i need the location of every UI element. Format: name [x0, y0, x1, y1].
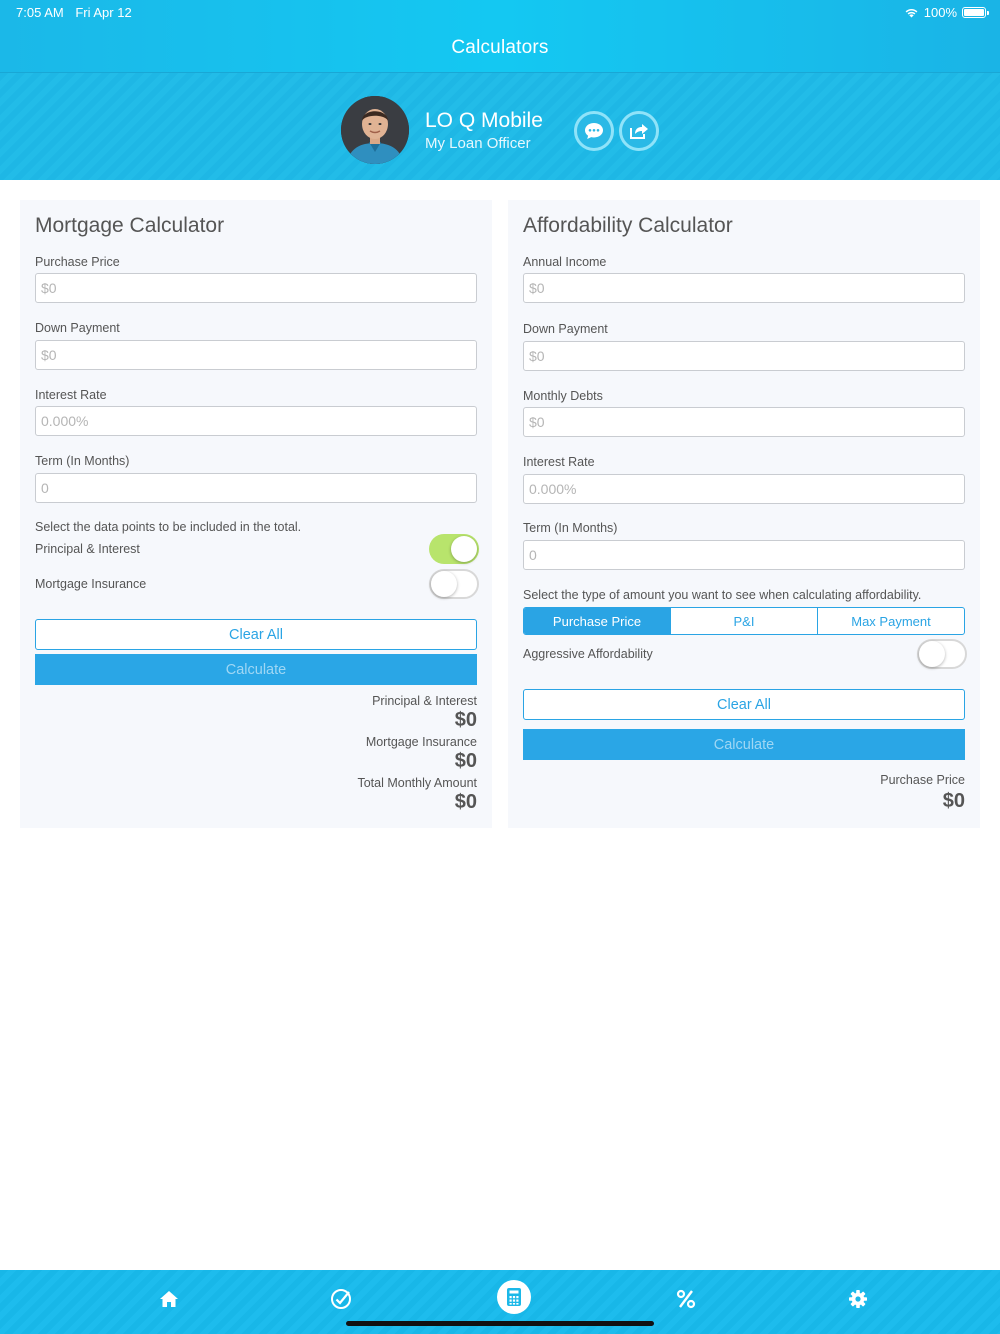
mortgage-insurance-toggle[interactable] [429, 569, 479, 599]
purchase-price-label: Purchase Price [35, 255, 120, 269]
status-bar-left: 7:05 AM Fri Apr 12 [16, 5, 132, 20]
status-time: 7:05 AM [16, 5, 64, 20]
top-bar: 7:05 AM Fri Apr 12 100% Calculators [0, 0, 1000, 72]
status-bar-right: 100% [904, 5, 989, 20]
result-label: Purchase Price [880, 773, 965, 787]
status-date: Fri Apr 12 [75, 5, 132, 20]
tab-calculators[interactable] [497, 1280, 531, 1314]
share-button[interactable] [619, 111, 659, 151]
term-label: Term (In Months) [35, 454, 130, 468]
message-button[interactable] [574, 111, 614, 151]
segment-purchase-price[interactable]: Purchase Price [524, 608, 670, 634]
calculate-button[interactable]: Calculate [35, 654, 477, 685]
term-label: Term (In Months) [523, 521, 618, 535]
mortgage-calculator-title: Mortgage Calculator [35, 214, 225, 237]
result-label: Total Monthly Amount [357, 776, 477, 790]
tab-checklist[interactable] [324, 1282, 358, 1316]
interest-rate-label: Interest Rate [35, 388, 107, 402]
loan-officer-name: LO Q Mobile [425, 109, 543, 132]
result-value: $0 [942, 790, 965, 812]
segment-principal-interest[interactable]: P&I [670, 608, 817, 634]
result-value: $0 [454, 791, 477, 813]
down-payment-input[interactable] [523, 341, 965, 371]
avatar-image [341, 96, 409, 164]
term-input[interactable] [35, 473, 477, 503]
page-title: Calculators [451, 37, 549, 58]
purchase-price-input[interactable] [35, 273, 477, 303]
loan-officer-banner: LO Q Mobile My Loan Officer [0, 72, 1000, 180]
segment-max-payment[interactable]: Max Payment [817, 608, 964, 634]
tab-home[interactable] [152, 1282, 186, 1316]
amount-type-instruction: Select the type of amount you want to se… [523, 588, 922, 602]
interest-rate-label: Interest Rate [523, 455, 595, 469]
result-value: $0 [454, 709, 477, 731]
tab-settings[interactable] [841, 1282, 875, 1316]
aggressive-affordability-toggle[interactable] [917, 639, 967, 669]
mortgage-calculator-card: Mortgage Calculator Purchase Price Down … [20, 200, 492, 828]
mortgage-insurance-toggle-label: Mortgage Insurance [35, 577, 147, 591]
battery-icon [962, 7, 989, 18]
gear-icon [849, 1290, 867, 1308]
home-indicator [346, 1321, 654, 1326]
down-payment-input[interactable] [35, 340, 477, 370]
principal-interest-toggle[interactable] [429, 534, 479, 564]
calculator-icon [507, 1288, 521, 1306]
share-icon [630, 124, 648, 139]
monthly-debts-label: Monthly Debts [523, 389, 603, 403]
down-payment-label: Down Payment [523, 322, 608, 336]
annual-income-label: Annual Income [523, 255, 607, 269]
clear-all-button[interactable]: Clear All [35, 619, 477, 650]
monthly-debts-input[interactable] [523, 407, 965, 437]
result-label: Principal & Interest [372, 694, 477, 708]
clear-all-button[interactable]: Clear All [523, 689, 965, 720]
home-icon [160, 1291, 178, 1307]
calculate-button[interactable]: Calculate [523, 729, 965, 760]
term-input[interactable] [523, 540, 965, 570]
checkmark-icon [331, 1289, 351, 1309]
percent-icon [676, 1289, 696, 1309]
affordability-calculator-title: Affordability Calculator [523, 214, 733, 237]
chat-bubble-icon [585, 123, 603, 139]
loan-officer-role: My Loan Officer [425, 135, 531, 152]
interest-rate-input[interactable] [35, 406, 477, 436]
aggressive-affordability-label: Aggressive Affordability [523, 647, 653, 661]
result-label: Mortgage Insurance [365, 735, 477, 749]
result-value: $0 [454, 750, 477, 772]
amount-type-segmented-control: Purchase Price P&I Max Payment [523, 607, 965, 635]
avatar[interactable] [341, 96, 409, 164]
affordability-calculator-card: Affordability Calculator Annual Income D… [508, 200, 980, 828]
down-payment-label: Down Payment [35, 321, 120, 335]
annual-income-input[interactable] [523, 273, 965, 303]
interest-rate-input[interactable] [523, 474, 965, 504]
data-points-instruction: Select the data points to be included in… [35, 520, 302, 534]
battery-percent: 100% [923, 5, 957, 20]
principal-interest-toggle-label: Principal & Interest [35, 542, 140, 556]
wifi-icon [905, 8, 918, 18]
tab-rates[interactable] [669, 1282, 703, 1316]
